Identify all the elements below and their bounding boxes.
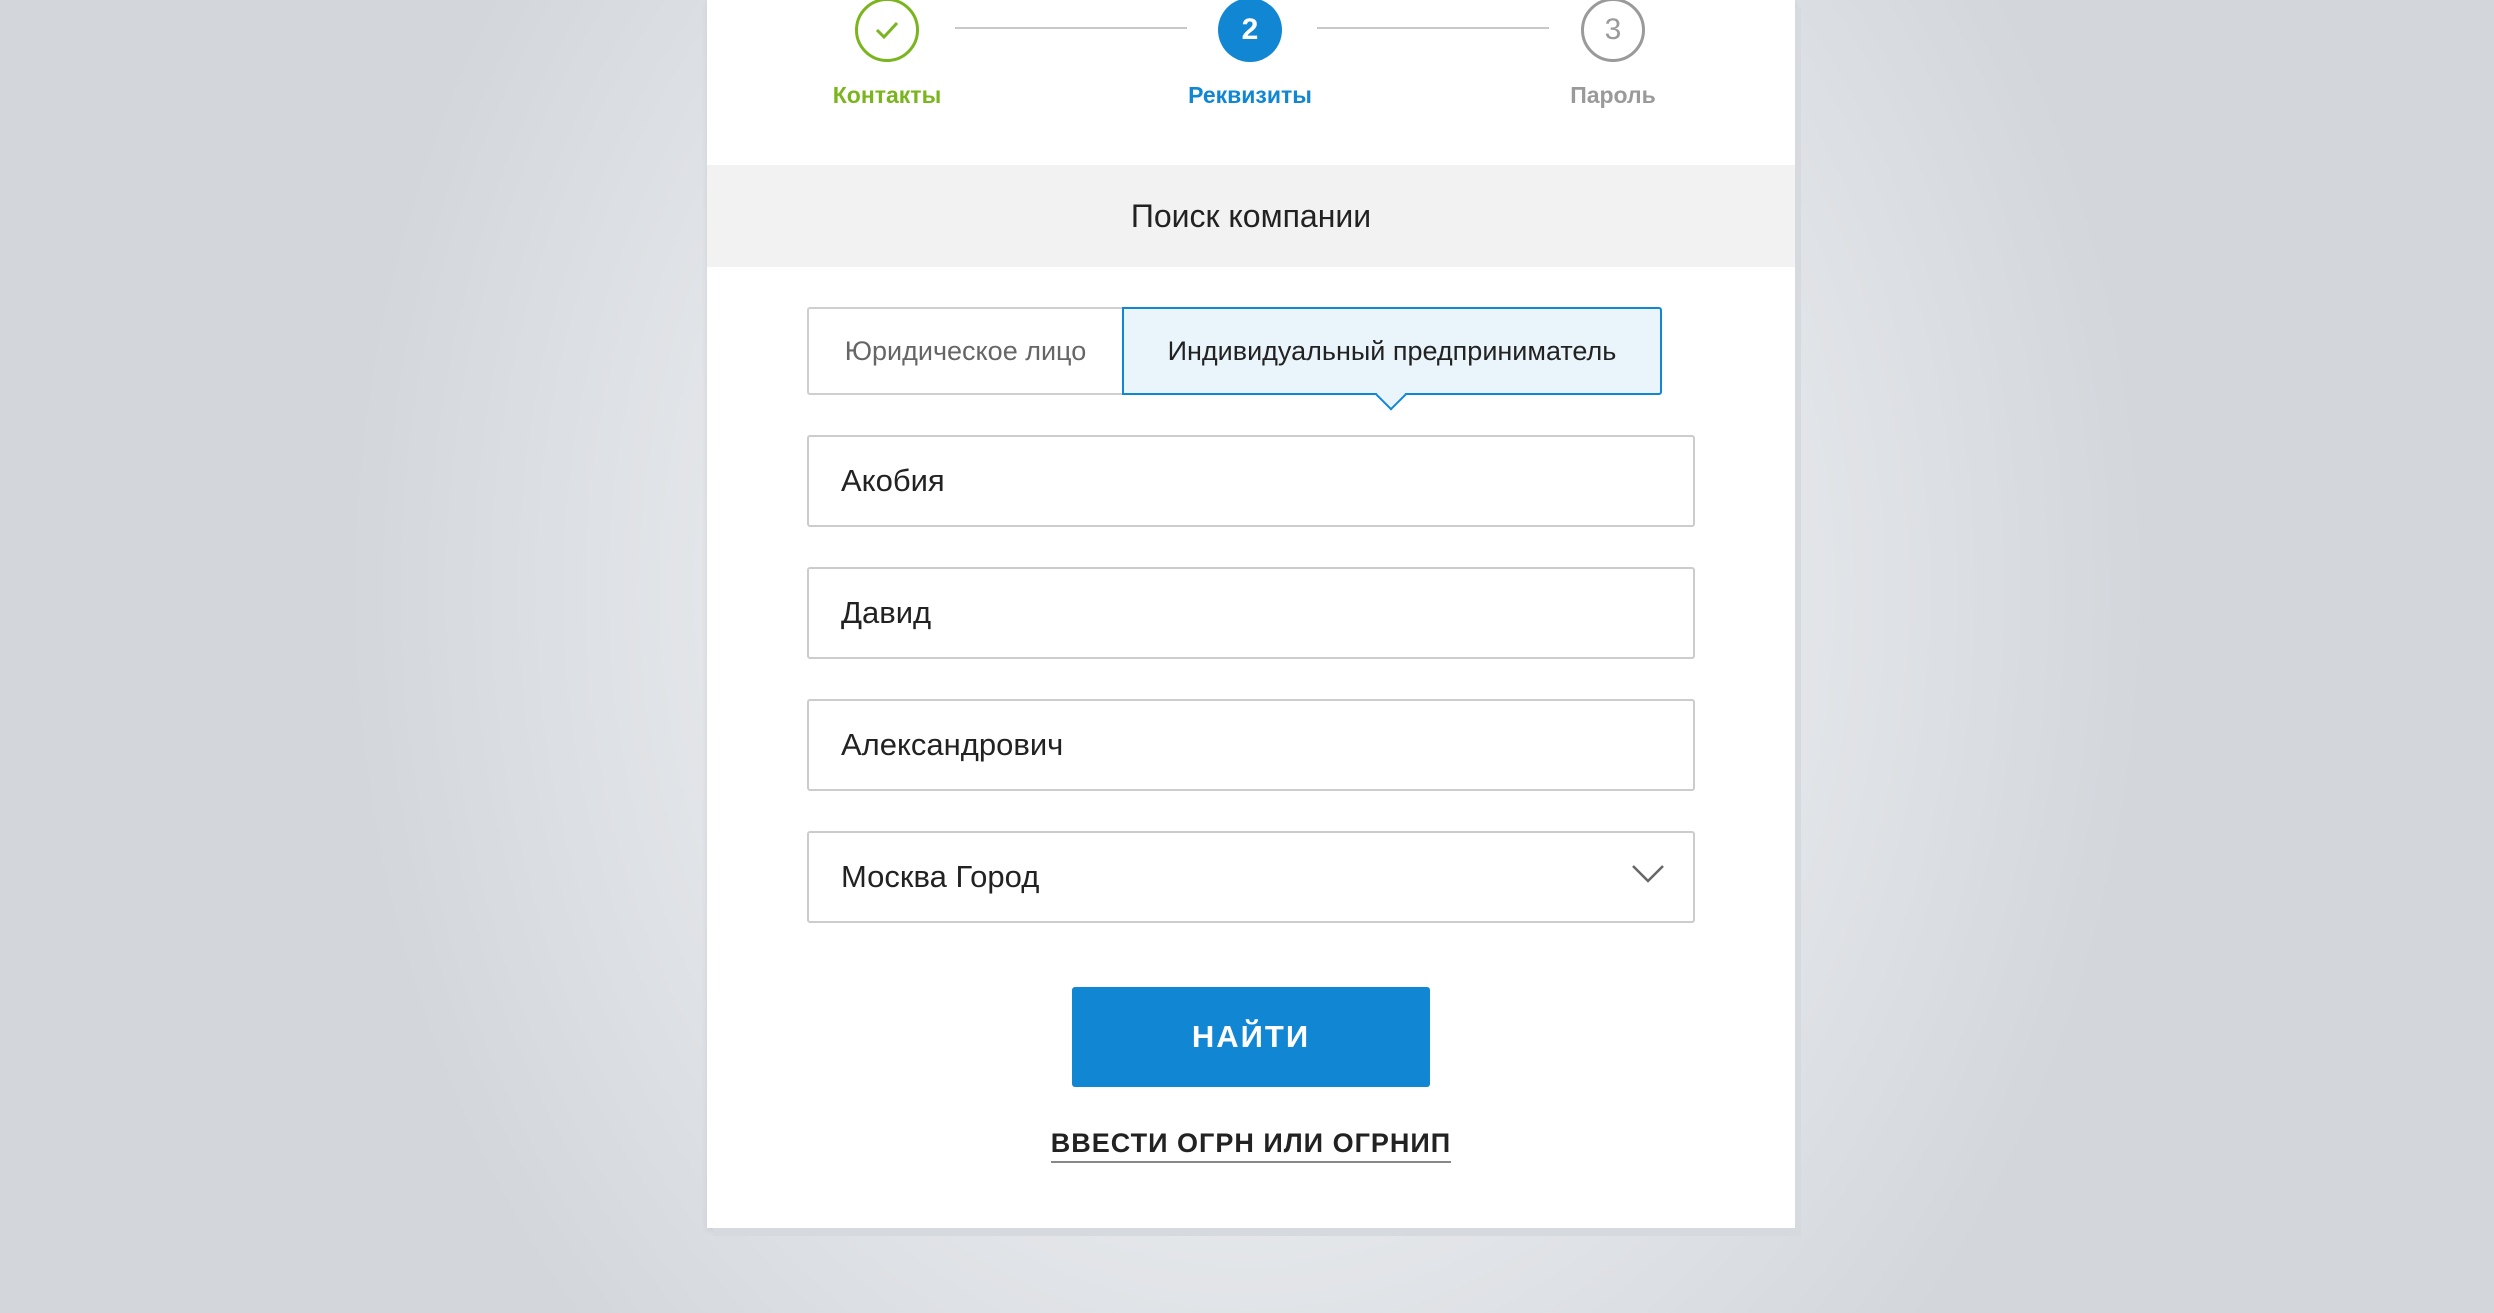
checkmark-icon [875, 21, 899, 40]
middle-name-field-wrapper [807, 699, 1695, 791]
chevron-down-icon [1632, 865, 1664, 883]
step-2-label: Реквизиты [1188, 82, 1312, 108]
step-1-complete-icon [855, 0, 919, 62]
section-title: Поиск компании [707, 165, 1795, 267]
step-connector [1317, 27, 1549, 29]
toggle-legal-entity[interactable]: Юридическое лицо [807, 307, 1122, 395]
step-3-indicator: 3 [1581, 0, 1645, 62]
last-name-input[interactable] [809, 437, 1693, 525]
first-name-field-wrapper [807, 567, 1695, 659]
progress-stepper: 2 3 Контакты Реквизиты Пароль [707, 0, 1795, 165]
entity-type-toggle: Юридическое лицо Индивидуальный предприн… [807, 307, 1662, 395]
region-select[interactable]: Москва Город [807, 831, 1695, 923]
alt-link-container: ВВЕСТИ ОГРН ИЛИ ОГРНИП [707, 1128, 1795, 1163]
registration-card: 2 3 Контакты Реквизиты Пароль Поиск комп… [707, 0, 1795, 1228]
middle-name-input[interactable] [809, 701, 1693, 789]
search-button[interactable]: НАЙТИ [1072, 987, 1430, 1087]
enter-ogrn-link[interactable]: ВВЕСТИ ОГРН ИЛИ ОГРНИП [1050, 1128, 1452, 1163]
step-connector [955, 27, 1187, 29]
region-select-value: Москва Город [841, 859, 1040, 894]
step-2-indicator: 2 [1218, 0, 1282, 62]
first-name-input[interactable] [809, 569, 1693, 657]
toggle-individual-entrepreneur[interactable]: Индивидуальный предприниматель [1122, 307, 1662, 395]
last-name-field-wrapper [807, 435, 1695, 527]
step-3-label: Пароль [1570, 82, 1656, 108]
step-1-label: Контакты [832, 82, 942, 108]
